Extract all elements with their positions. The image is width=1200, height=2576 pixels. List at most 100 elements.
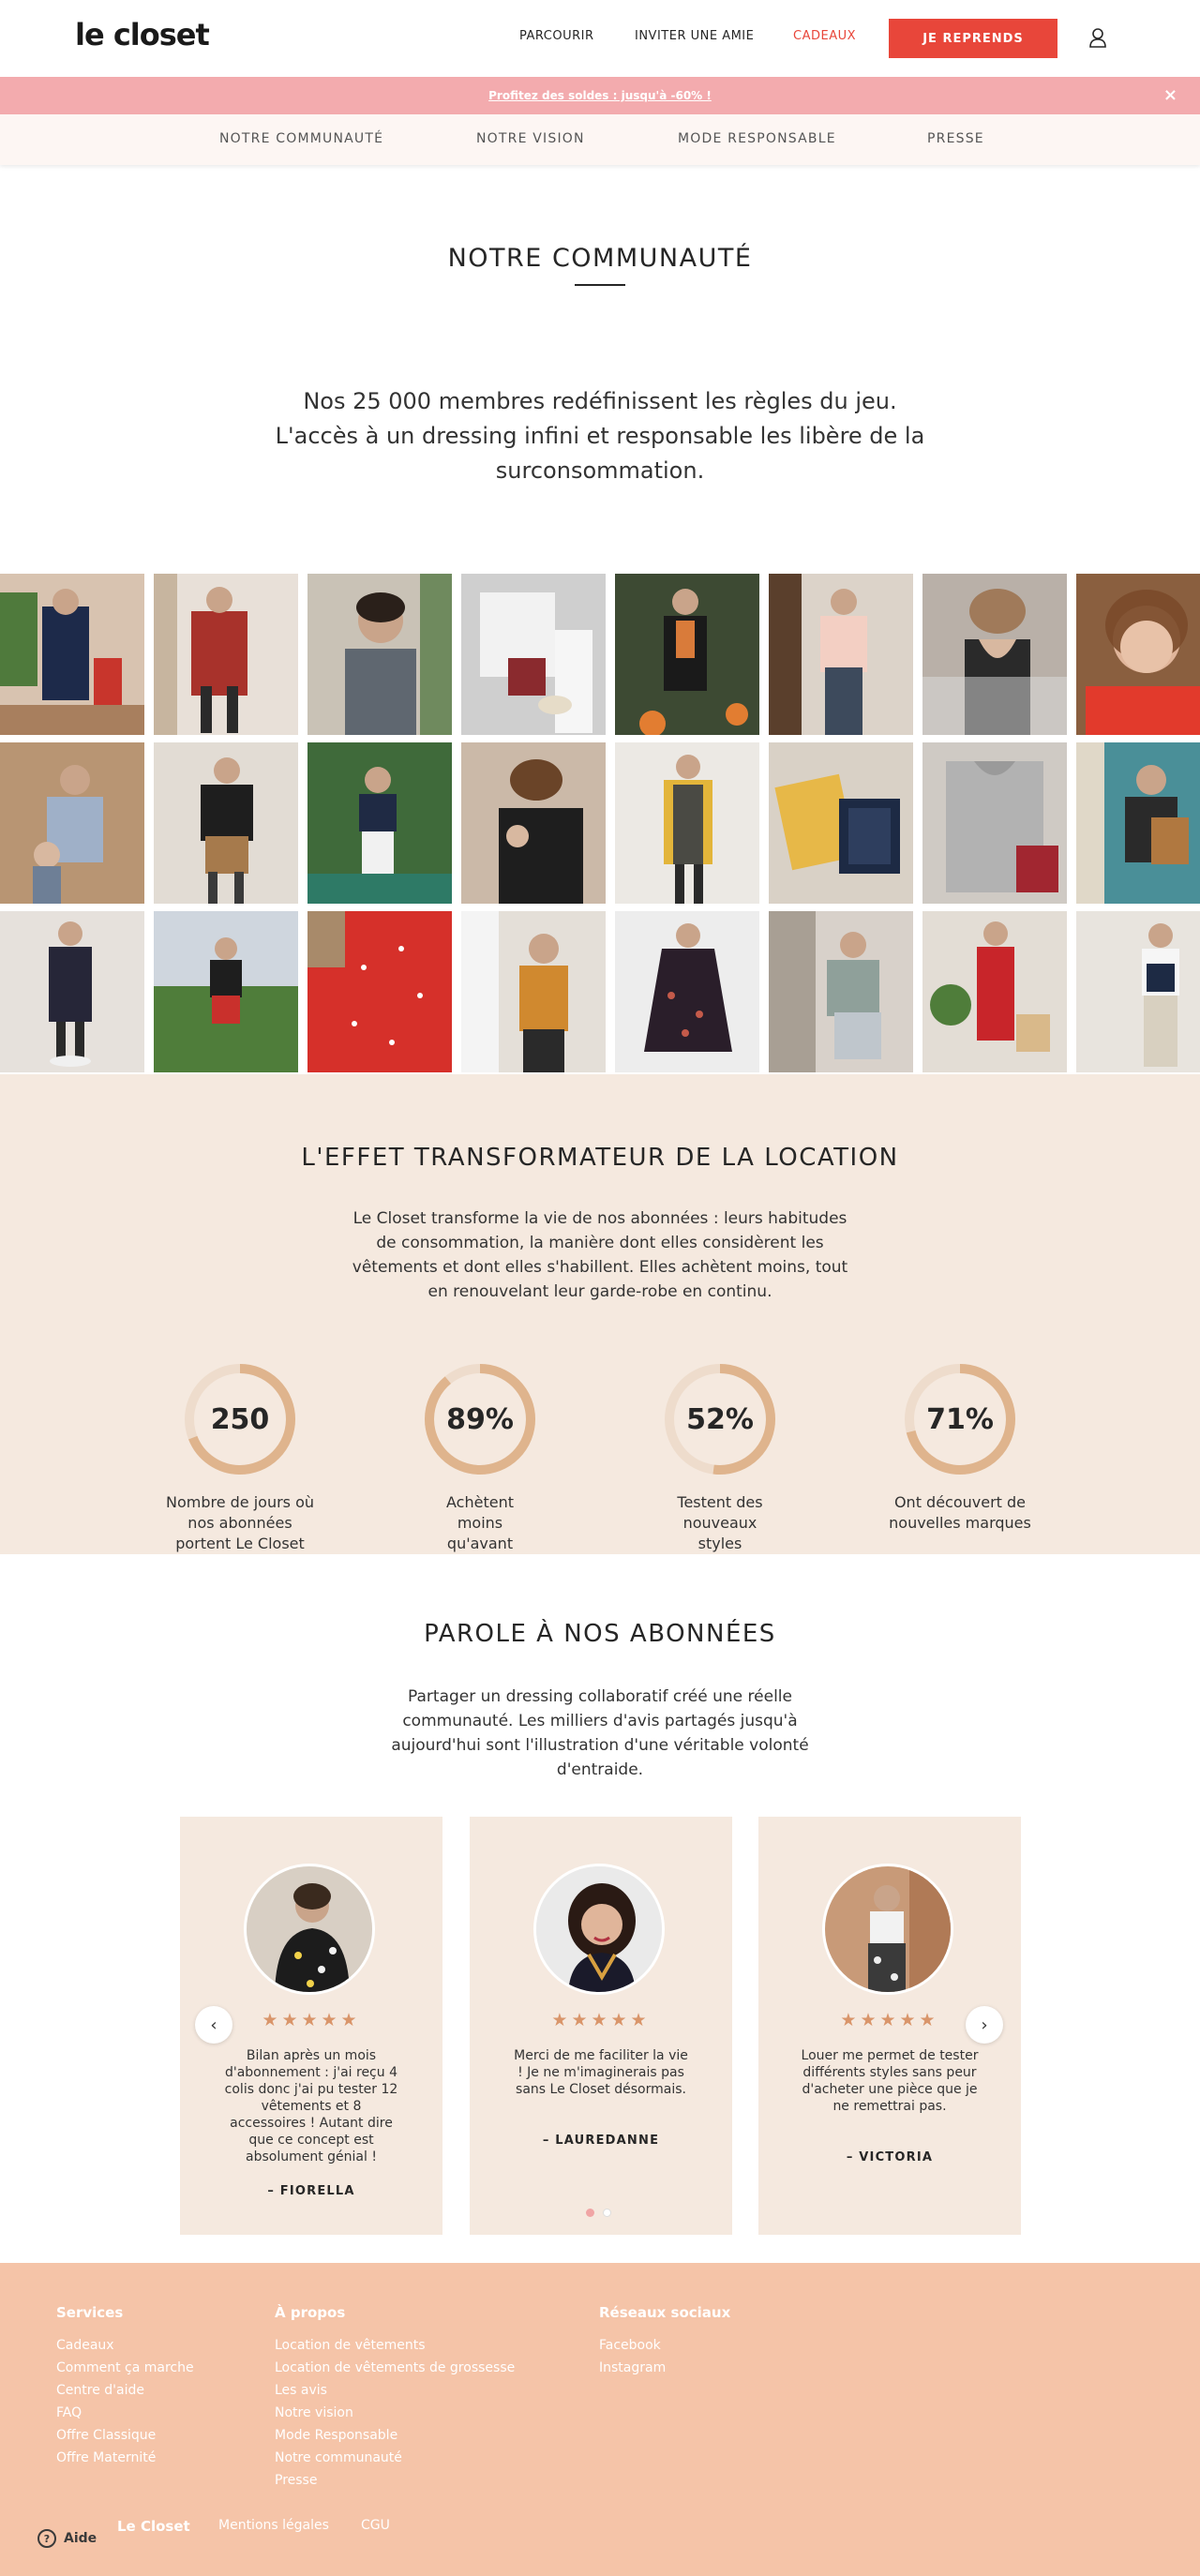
footer-link[interactable]: Notre vision [275,2402,515,2424]
community-photo[interactable] [461,574,606,735]
je-reprends-button[interactable]: JE REPRENDS [889,19,1058,58]
footer-link[interactable]: Centre d'aide [56,2379,194,2402]
community-photo[interactable] [922,574,1067,735]
subnav-presse[interactable]: PRESSE [927,131,984,146]
promo-banner: Profitez des soldes : jusqu'à -60% ! × [0,77,1200,114]
community-photo[interactable] [461,742,606,904]
community-photo[interactable] [922,911,1067,1072]
testimonial-author: – FIORELLA [267,2184,355,2198]
footer-link[interactable]: Location de vêtements de grossesse [275,2357,515,2379]
stat-value: 250 [210,1402,270,1436]
stat-value: 89% [446,1402,514,1436]
community-photo[interactable] [308,742,452,904]
stat-label: Testent des nouveaux styles [677,1493,763,1552]
community-photo[interactable] [0,574,144,735]
carousel-prev-button[interactable]: ‹ [195,2006,232,2044]
community-title: NOTRE COMMUNAUTÉ [447,244,753,273]
community-photo[interactable] [1076,742,1200,904]
promo-link[interactable]: Profitez des soldes : jusqu'à -60% ! [488,89,712,102]
footer-link[interactable]: Comment ça marche [56,2357,194,2379]
community-photo[interactable] [769,911,913,1072]
progress-ring: 250 [184,1363,296,1475]
stat-buy-less: 89% Achètent moins qu'avant [377,1363,583,1554]
footer-services: Services Cadeaux Comment ça marche Centr… [56,2304,194,2469]
footer-link[interactable]: Offre Maternité [56,2447,194,2469]
footer-link[interactable]: Mode Responsable [275,2424,515,2447]
logo[interactable]: le closet [75,17,210,52]
stat-value: 71% [926,1402,994,1436]
footer-link[interactable]: Les avis [275,2379,515,2402]
community-photo[interactable] [0,911,144,1072]
close-icon[interactable]: × [1163,85,1178,105]
testimonial-author: – LAUREDANNE [542,2134,660,2148]
footer-link[interactable]: FAQ [56,2402,194,2424]
footer-link[interactable]: Location de vêtements [275,2334,515,2357]
community-photo[interactable] [308,574,452,735]
subnav-mode-responsable[interactable]: MODE RESPONSABLE [678,131,836,146]
footer-heading: Services [56,2304,124,2321]
footer-social: Réseaux sociaux Facebook Instagram [599,2304,730,2379]
stat-days: 250 Nombre de jours où nos abonnées port… [137,1363,343,1554]
testimonials-description: Partager un dressing collaboratif créé u… [391,1687,809,1779]
footer-about: À propos Location de vêtements Location … [275,2304,515,2492]
nav-inviter-une-amie[interactable]: INVITER UNE AMIE [635,29,754,43]
community-photo[interactable] [615,574,759,735]
progress-ring: 71% [904,1363,1016,1475]
effect-title: L'EFFET TRANSFORMATEUR DE LA LOCATION [301,1144,899,1172]
footer-link[interactable]: Cadeaux [56,2334,194,2357]
question-icon: ? [38,2529,56,2548]
footer-link-facebook[interactable]: Facebook [599,2334,730,2357]
stat-new-brands: 71% Ont découvert de nouvelles marques [857,1363,1063,1534]
community-photo[interactable] [461,911,606,1072]
footer-cgu[interactable]: CGU [361,2518,390,2533]
testimonial-quote: Louer me permet de tester différents sty… [801,2048,979,2114]
nav-cadeaux[interactable]: CADEAUX [793,29,856,43]
carousel-next-button[interactable]: › [966,2006,1003,2044]
footer-link[interactable]: Notre communauté [275,2447,515,2469]
community-photo[interactable] [1076,574,1200,735]
stat-new-styles: 52% Testent des nouveaux styles [617,1363,823,1554]
testimonial-quote: Bilan après un mois d'abonnement : j'ai … [224,2048,398,2164]
footer-heading: À propos [275,2304,346,2321]
site-header: le closet PARCOURIR INVITER UNE AMIE CAD… [0,0,1200,77]
stat-value: 52% [686,1402,754,1436]
community-photo[interactable] [154,574,298,735]
community-photo[interactable] [154,742,298,904]
effect-section: L'EFFET TRANSFORMATEUR DE LA LOCATION Le… [0,1074,1200,1554]
subnav-notre-vision[interactable]: NOTRE VISION [476,131,585,146]
stat-label: Ont découvert de nouvelles marques [889,1493,1031,1532]
footer-mentions-legales[interactable]: Mentions légales [218,2518,329,2533]
community-photo[interactable] [1076,911,1200,1072]
avatar [244,1864,375,1995]
testimonial-quote: Merci de me faciliter la vie ! Je ne m'i… [514,2048,688,2097]
help-label: Aide [64,2531,98,2546]
community-photo[interactable] [615,911,759,1072]
community-intro: Nos 25 000 membres redéfinissent les règ… [275,388,925,484]
community-photo[interactable] [769,574,913,735]
nav-parcourir[interactable]: PARCOURIR [519,29,594,43]
avatar [533,1864,665,1995]
subnav-notre-communaute[interactable]: NOTRE COMMUNAUTÉ [219,131,383,146]
user-icon[interactable] [1088,26,1108,49]
community-photo[interactable] [922,742,1067,904]
community-photo[interactable] [0,742,144,904]
sub-navigation: NOTRE COMMUNAUTÉ NOTRE VISION MODE RESPO… [0,114,1200,165]
community-photo[interactable] [308,911,452,1072]
effect-description: Le Closet transforme la vie de nos abonn… [352,1209,848,1301]
footer-link[interactable]: Presse [275,2469,515,2492]
stat-label: Achètent moins qu'avant [446,1493,514,1552]
help-button[interactable]: ? Aide [38,2529,97,2548]
community-photo[interactable] [769,742,913,904]
community-photo[interactable] [615,742,759,904]
footer-brand[interactable]: Le Closet [117,2518,190,2535]
footer-link[interactable]: Offre Classique [56,2424,194,2447]
community-photo-grid [0,574,1200,1074]
rating-stars: ★★★★★ [551,2010,651,2030]
community-photo[interactable] [154,911,298,1072]
carousel-dot-active[interactable] [586,2209,594,2217]
carousel-dot[interactable] [603,2209,611,2217]
footer-link-instagram[interactable]: Instagram [599,2357,730,2379]
avatar [822,1864,953,1995]
title-underline [575,284,625,286]
site-footer: Services Cadeaux Comment ça marche Centr… [0,2263,1200,2576]
